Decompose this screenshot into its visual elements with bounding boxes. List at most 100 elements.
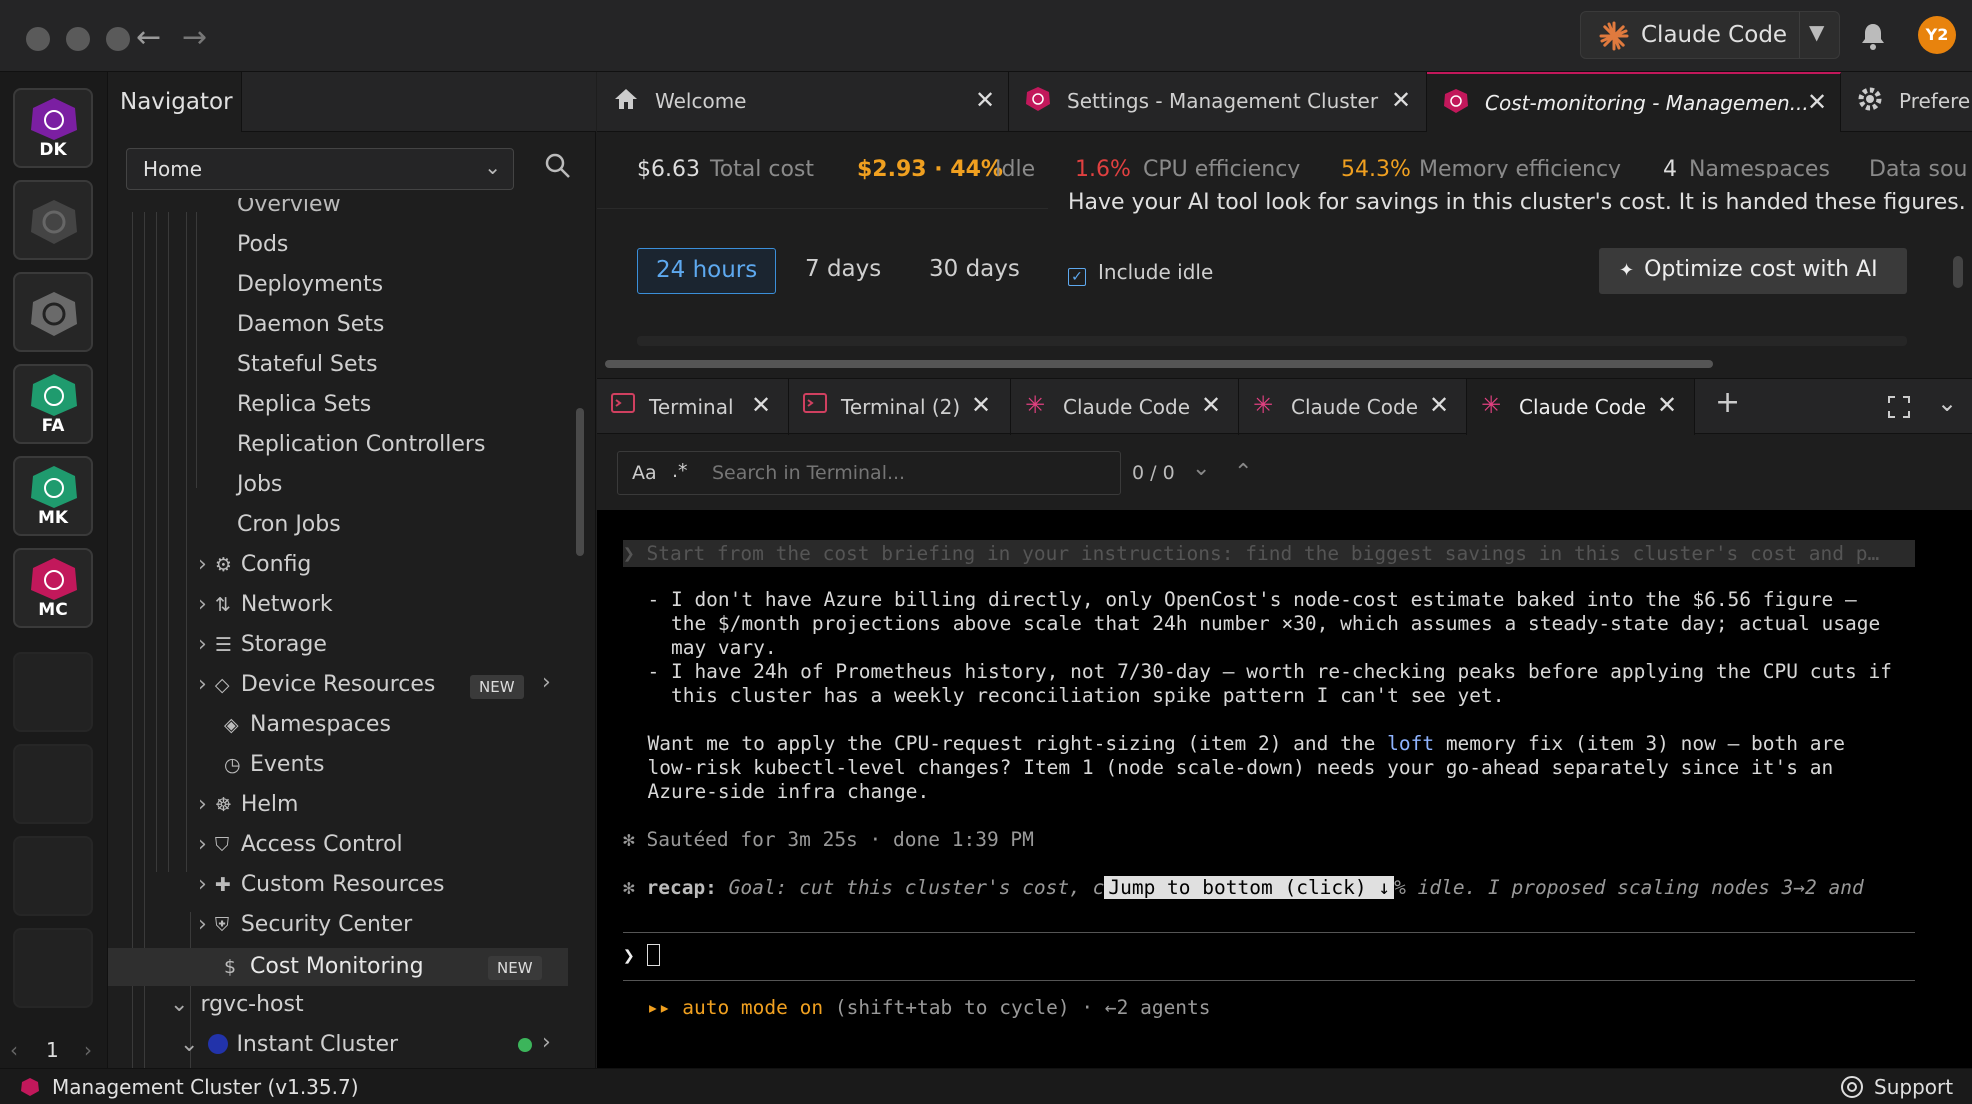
tree-item-instant-cluster[interactable]: ⌄ Instant Cluster	[180, 1032, 398, 1057]
main-scrollbar[interactable]	[1953, 256, 1963, 288]
gear-cluster-icon: ⚙	[214, 554, 232, 576]
tree-item-pods[interactable]: Pods	[237, 232, 288, 257]
tree-item-access-control[interactable]: › ⛉ Access Control	[198, 832, 403, 857]
window-maximize-button[interactable]	[106, 27, 130, 51]
sauteed-status-line: ✻ Sautéed for 3m 25s · done 1:39 PM	[623, 828, 1034, 851]
close-icon[interactable]: ✕	[1807, 88, 1827, 116]
hotbar-item-cluster-3[interactable]	[13, 272, 93, 352]
prompt-line[interactable]: ❯	[623, 944, 660, 967]
include-idle-checkbox[interactable]: ✓ Include idle	[1068, 260, 1213, 286]
tree-item-daemon-sets[interactable]: Daemon Sets	[237, 312, 384, 337]
tree-item-host[interactable]: ⌄ rgvc-host	[170, 992, 304, 1017]
chevron-down-icon[interactable]: ⌄	[1937, 389, 1957, 417]
close-icon[interactable]: ✕	[751, 391, 771, 419]
chevron-down-icon: ⌄	[484, 155, 501, 179]
tab-welcome[interactable]: Welcome ✕	[597, 72, 1009, 132]
tree-item-security-center[interactable]: › ⛨ Security Center	[198, 912, 412, 937]
tree-item-network[interactable]: › ⇅ Network	[198, 592, 333, 617]
dock-tab-claude-code-2[interactable]: ✳ Claude Code ✕	[1239, 379, 1467, 435]
tree-item-cron-jobs[interactable]: Cron Jobs	[237, 512, 341, 537]
navigator-select-value: Home	[143, 157, 203, 181]
tree-guide	[186, 212, 187, 872]
tree-item-label: Storage	[240, 632, 327, 657]
close-icon[interactable]: ✕	[1429, 391, 1449, 419]
hotbar-item-cluster-2[interactable]	[13, 180, 93, 260]
close-icon[interactable]: ✕	[971, 391, 991, 419]
navigator-select[interactable]: Home ⌄	[126, 148, 514, 190]
tree-item-deployments[interactable]: Deployments	[237, 272, 383, 297]
match-case-toggle[interactable]: Aa	[632, 462, 657, 484]
dock-tab-terminal[interactable]: Terminal ✕	[597, 379, 789, 435]
hotbar-pager: ‹ 1 ›	[0, 1032, 108, 1068]
tree-item-device-resources[interactable]: › ◇ Device Resources	[198, 672, 435, 697]
hotbar-item-mc[interactable]: MC	[13, 548, 93, 628]
chevron-right-icon[interactable]: ›	[542, 1030, 551, 1055]
tree-item-storage[interactable]: › ☰ Storage	[198, 632, 327, 657]
pager-prev-icon[interactable]: ‹	[10, 1038, 18, 1062]
dock-tab-claude-code-1[interactable]: ✳ Claude Code ✕	[1011, 379, 1239, 435]
back-arrow-icon[interactable]: ←	[136, 20, 161, 55]
hotbar-item-mk[interactable]: MK	[13, 456, 93, 536]
tree-item-stateful-sets[interactable]: Stateful Sets	[237, 352, 378, 377]
hotbar-empty-slot[interactable]	[13, 744, 93, 824]
hotbar-empty-slot[interactable]	[13, 928, 93, 1008]
tree-item-jobs[interactable]: Jobs	[237, 472, 282, 497]
dock-tab-terminal-2[interactable]: Terminal (2) ✕	[789, 379, 1011, 435]
avatar[interactable]: Y2	[1918, 16, 1956, 54]
pager-next-icon[interactable]: ›	[84, 1038, 92, 1062]
horizontal-scrollbar[interactable]	[605, 360, 1713, 368]
home-icon	[615, 89, 637, 109]
tree-item-events[interactable]: ◷ Events	[224, 752, 325, 777]
fullscreen-icon[interactable]	[1887, 395, 1911, 419]
tree-item-replication-controllers[interactable]: Replication Controllers	[237, 432, 485, 457]
hotbar-item-dk[interactable]: DK	[13, 88, 93, 168]
optimize-cost-button[interactable]: ✦ Optimize cost with AI	[1599, 248, 1907, 294]
hotbar-empty-slot[interactable]	[13, 836, 93, 916]
navigator-scrollbar[interactable]	[576, 408, 584, 556]
hotbar-item-label: DK	[39, 140, 67, 160]
tab-cost-monitoring[interactable]: Cost-monitoring - Managemen... ✕	[1427, 72, 1841, 132]
regex-toggle[interactable]: .*	[672, 460, 688, 482]
hotbar-empty-slot[interactable]	[13, 652, 93, 732]
bell-icon[interactable]	[1860, 22, 1886, 50]
terminal-output[interactable]: ❯ Start from the cost briefing in your i…	[597, 510, 1972, 1068]
window-close-button[interactable]	[26, 27, 50, 51]
tree-guide	[168, 212, 169, 872]
close-icon[interactable]: ✕	[975, 86, 995, 114]
tab-preferences[interactable]: Prefere	[1841, 72, 1972, 132]
tree-item-helm[interactable]: › ☸ Helm	[198, 792, 298, 817]
chevron-right-icon[interactable]: ›	[542, 670, 551, 695]
close-icon[interactable]: ✕	[1391, 86, 1411, 114]
add-tab-button[interactable]: +	[1715, 385, 1740, 420]
tree-item-cost-monitoring[interactable]: $ Cost Monitoring NEW	[108, 948, 568, 986]
hotbar-item-fa[interactable]: FA	[13, 364, 93, 444]
tree-item-overview[interactable]: Overview	[237, 198, 341, 218]
tree-item-namespaces[interactable]: ◈ Namespaces	[224, 712, 391, 737]
chevron-right-icon: ›	[198, 832, 207, 857]
window-minimize-button[interactable]	[66, 27, 90, 51]
tree-item-replica-sets[interactable]: Replica Sets	[237, 392, 371, 417]
status-cluster-label[interactable]: Management Cluster (v1.35.7)	[52, 1075, 359, 1099]
close-icon[interactable]: ✕	[1657, 391, 1677, 419]
dock-tab-claude-code-3[interactable]: ✳ Claude Code ✕	[1467, 379, 1695, 435]
tab-settings[interactable]: Settings - Management Cluster ✕	[1009, 72, 1427, 132]
search-icon[interactable]	[544, 152, 572, 180]
range-24-hours-button[interactable]: 24 hours	[637, 248, 777, 294]
claude-code-launcher[interactable]: Claude Code ▼	[1580, 11, 1840, 59]
terminal-search-input[interactable]	[712, 458, 1108, 488]
chevron-right-icon: ›	[198, 632, 207, 657]
kubernetes-icon	[31, 292, 77, 336]
forward-arrow-icon[interactable]: →	[182, 20, 207, 55]
chevron-down-icon[interactable]: ▼	[1809, 20, 1824, 44]
navigator-tab[interactable]: Navigator	[108, 72, 242, 132]
tree-item-config[interactable]: › ⚙ Config	[198, 552, 311, 577]
range-7-days-button[interactable]: 7 days	[787, 248, 899, 294]
tree-item-custom-resources[interactable]: › ✚ Custom Resources	[198, 872, 444, 897]
range-30-days-button[interactable]: 30 days	[911, 248, 1038, 294]
close-icon[interactable]: ✕	[1201, 391, 1221, 419]
chevron-up-icon[interactable]: ⌃	[1234, 460, 1252, 485]
support-link[interactable]: Support	[1874, 1075, 1953, 1099]
jump-to-bottom-button[interactable]: Jump to bottom (click) ↓	[1104, 876, 1395, 899]
terminal-text: memory fix (item 3) now — both are	[1434, 732, 1845, 755]
chevron-down-icon[interactable]: ⌄	[1192, 456, 1210, 481]
